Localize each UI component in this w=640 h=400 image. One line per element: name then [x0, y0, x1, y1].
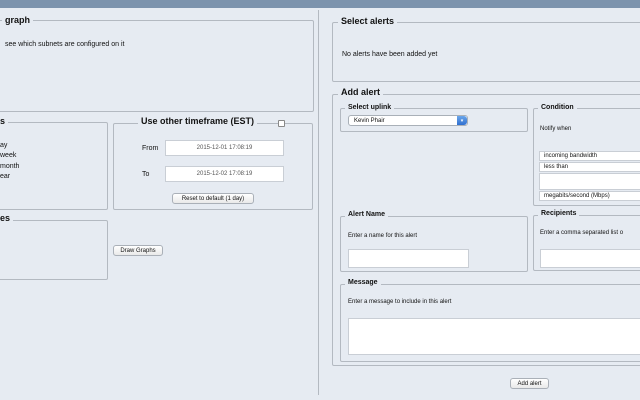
other-timeframe-legend: Use other timeframe (EST) — [138, 117, 258, 126]
message-textarea[interactable] — [348, 318, 640, 355]
timespan-panel-legend: s — [0, 117, 9, 126]
lower-left-panel-legend: es — [0, 214, 14, 223]
condition-value-input[interactable] — [539, 173, 640, 190]
chevron-updown-icon: ▾ — [457, 116, 467, 125]
top-bar — [0, 0, 640, 8]
reset-timeframe-button[interactable]: Reset to default (1 day) — [172, 193, 254, 204]
graph-panel-hint: see which subnets are configured on it — [5, 41, 125, 48]
select-alerts-legend: Select alerts — [338, 17, 398, 26]
condition-legend: Condition — [538, 104, 577, 111]
condition-metric-select[interactable]: incoming bandwidth — [539, 151, 640, 161]
no-alerts-text: No alerts have been added yet — [342, 51, 438, 58]
lower-left-panel — [0, 220, 108, 280]
alert-name-legend: Alert Name — [345, 211, 388, 218]
recipients-input[interactable] — [540, 249, 640, 268]
from-date-input[interactable]: 2015-12-01 17:08:19 — [165, 140, 284, 156]
graph-panel — [0, 20, 314, 112]
from-label: From — [142, 145, 159, 152]
timespan-option-day[interactable]: ay — [0, 142, 7, 149]
timespan-option-week[interactable]: week — [0, 152, 16, 159]
condition-unit-select[interactable]: megabits/second (Mbps) — [539, 191, 640, 201]
add-alert-button[interactable]: Add alert — [510, 378, 549, 389]
column-divider — [318, 10, 319, 395]
draw-graphs-button[interactable]: Draw Graphs — [113, 245, 163, 256]
alert-name-prompt: Enter a name for this alert — [348, 233, 418, 239]
other-timeframe-checkbox[interactable] — [278, 120, 285, 127]
uplink-select[interactable]: Kevin Phair ▾ — [348, 115, 468, 126]
notify-when-label: Notify when — [540, 126, 572, 132]
recipients-prompt: Enter a comma separated list o — [540, 230, 624, 236]
to-label: To — [142, 171, 150, 178]
condition-comparator-select[interactable]: less than — [539, 162, 640, 172]
uplink-selected-value: Kevin Phair — [354, 117, 385, 124]
add-alert-legend: Add alert — [338, 88, 384, 97]
alert-name-input[interactable] — [348, 249, 469, 268]
select-uplink-legend: Select uplink — [345, 104, 395, 111]
message-prompt: Enter a message to include in this alert — [348, 299, 452, 305]
message-legend: Message — [345, 279, 381, 286]
timespan-option-month[interactable]: month — [0, 163, 19, 170]
graph-panel-legend: graph — [2, 16, 34, 25]
to-date-input[interactable]: 2015-12-02 17:08:19 — [165, 166, 284, 182]
recipients-legend: Recipients — [538, 210, 580, 217]
timespan-option-year[interactable]: ear — [0, 173, 10, 180]
